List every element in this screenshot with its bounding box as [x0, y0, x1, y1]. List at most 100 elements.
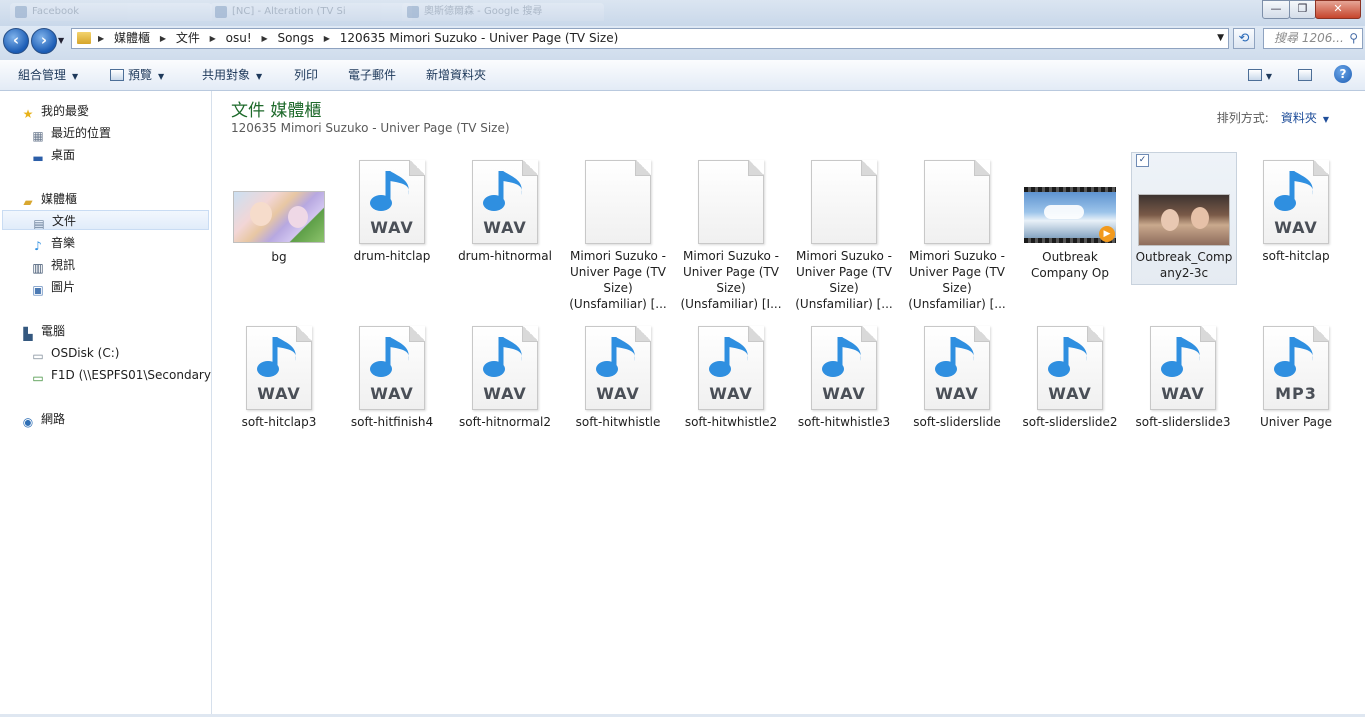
maximize-button[interactable]: ❐	[1289, 0, 1316, 19]
file-soft-hitnormal2[interactable]: WAV soft-hitnormal2	[452, 321, 558, 430]
documents-icon: ▤	[33, 217, 45, 230]
file-drum-hitclap[interactable]: WAV drum-hitclap	[339, 155, 445, 264]
view-icon	[1247, 69, 1262, 81]
preview-pane-button[interactable]	[1296, 65, 1318, 85]
file-soft-sliderslide3[interactable]: WAV soft-sliderslide3	[1130, 321, 1236, 430]
title-bar: Facebook [NC] - Alteration (TV Si 奧斯德爾森 …	[0, 0, 1365, 26]
nav-network-drive[interactable]: ▭ F1D (\\ESPFS01\Secondary\(	[30, 365, 211, 385]
change-view-button[interactable]: ▼	[1242, 65, 1278, 85]
audio-file-icon: WAV	[1037, 326, 1103, 410]
video-icon: ▥	[32, 261, 44, 275]
audio-file-icon: WAV	[246, 326, 312, 410]
chevron-right-icon[interactable]: ▶	[324, 29, 330, 48]
nav-computer[interactable]: ▙ 電腦	[20, 321, 65, 341]
file-label: drum-hitclap	[353, 249, 431, 263]
file-osu-beatmap-3[interactable]: Mimori Suzuko - Univer Page (TV Size) (U…	[791, 155, 897, 312]
preview-menu[interactable]: 預覽 ▼	[110, 60, 164, 90]
nav-videos[interactable]: ▥ 視訊	[30, 255, 75, 275]
file-univer-page[interactable]: MP3 Univer Page	[1243, 321, 1349, 430]
nav-recent-places[interactable]: ▦ 最近的位置	[30, 123, 111, 143]
file-bg[interactable]: bg	[226, 155, 332, 265]
forward-button[interactable]: ›	[31, 28, 57, 54]
chevron-right-icon[interactable]: ▶	[261, 29, 267, 48]
file-osu-beatmap-1[interactable]: Mimori Suzuko - Univer Page (TV Size) (U…	[565, 155, 671, 312]
file-drum-hitnormal[interactable]: WAV drum-hitnormal	[452, 155, 558, 264]
file-type-badge: WAV	[1048, 384, 1092, 403]
star-icon: ★	[22, 107, 34, 121]
pictures-icon: ▣	[32, 283, 44, 297]
file-label: Univer Page	[1259, 415, 1332, 429]
help-button[interactable]: ?	[1334, 65, 1352, 83]
share-menu[interactable]: 共用對象 ▼	[202, 60, 262, 90]
arrange-value[interactable]: 資料夾	[1281, 111, 1317, 125]
arrange-by[interactable]: 排列方式: 資料夾 ▼	[1217, 109, 1329, 126]
chevron-down-icon: ▼	[256, 72, 263, 81]
browser-tab-3[interactable]: 奧斯德爾森 - Google 搜尋	[402, 3, 604, 21]
file-soft-hitwhistle2[interactable]: WAV soft-hitwhistle2	[678, 321, 784, 430]
organize-label: 組合管理	[18, 68, 67, 82]
nav-music[interactable]: ♪ 音樂	[30, 233, 75, 253]
file-outbreak-company2-3c[interactable]: ✓ Outbreak_Company2-3c	[1131, 152, 1237, 285]
selection-checkbox[interactable]: ✓	[1136, 154, 1149, 167]
nav-libraries[interactable]: ▰ 媒體櫃	[20, 189, 77, 209]
preview-icon	[110, 69, 124, 81]
breadcrumb-songs[interactable]: Songs	[277, 29, 313, 48]
drive-icon: ▭	[32, 349, 44, 363]
file-soft-sliderslide[interactable]: WAV soft-sliderslide	[904, 321, 1010, 430]
browser-tab-1[interactable]: Facebook	[10, 3, 212, 21]
file-soft-sliderslide2[interactable]: WAV soft-sliderslide2	[1017, 321, 1123, 430]
file-soft-hitfinish4[interactable]: WAV soft-hitfinish4	[339, 321, 445, 430]
file-soft-hitwhistle[interactable]: WAV soft-hitwhistle	[565, 321, 671, 430]
file-label: Outbreak Company Op	[1031, 250, 1109, 280]
close-button[interactable]: ✕	[1315, 0, 1361, 19]
nav-network-label: 網路	[41, 412, 66, 426]
audio-file-icon: WAV	[1150, 326, 1216, 410]
preview-label: 預覽	[128, 68, 153, 82]
file-label: soft-hitwhistle3	[797, 415, 891, 429]
file-outbreak-company-op[interactable]: ▶ Outbreak Company Op	[1017, 155, 1123, 281]
print-button[interactable]: 列印	[294, 60, 318, 90]
address-history-dropdown-icon[interactable]: ▼	[1217, 29, 1224, 48]
refresh-button[interactable]: ⟲	[1233, 28, 1255, 49]
file-label: Mimori Suzuko - Univer Page (TV Size) (U…	[908, 249, 1006, 311]
file-label: soft-hitwhistle	[575, 415, 661, 429]
file-label: Outbreak_Company2-3c	[1135, 250, 1233, 280]
file-soft-hitclap[interactable]: WAV soft-hitclap	[1243, 155, 1349, 264]
chevron-right-icon[interactable]: ▶	[98, 29, 104, 48]
new-folder-button[interactable]: 新增資料夾	[426, 60, 486, 90]
minimize-button[interactable]: —	[1262, 0, 1290, 19]
nav-network[interactable]: ◉ 網路	[20, 409, 65, 429]
file-type-badge: WAV	[935, 384, 979, 403]
file-soft-hitclap3[interactable]: WAV soft-hitclap3	[226, 321, 332, 430]
audio-file-icon: MP3	[1263, 326, 1329, 410]
nav-favorites[interactable]: ★ 我的最愛	[20, 101, 89, 121]
audio-file-icon: WAV	[359, 160, 425, 244]
nav-osdisk[interactable]: ▭ OSDisk (C:)	[30, 343, 119, 363]
breadcrumb-current-folder[interactable]: 120635 Mimori Suzuko - Univer Page (TV S…	[340, 29, 619, 48]
search-icon[interactable]: ⚲	[1349, 29, 1358, 48]
nav-documents[interactable]: ▤ 文件	[2, 210, 209, 230]
blank-file-icon	[811, 160, 877, 244]
nav-pictures[interactable]: ▣ 圖片	[30, 277, 75, 297]
file-osu-beatmap-4[interactable]: Mimori Suzuko - Univer Page (TV Size) (U…	[904, 155, 1010, 312]
email-button[interactable]: 電子郵件	[348, 60, 396, 90]
recent-pages-dropdown-icon[interactable]: ▼	[58, 36, 68, 45]
browser-tab-2[interactable]: [NC] - Alteration (TV Si	[210, 3, 412, 21]
file-osu-beatmap-2[interactable]: Mimori Suzuko - Univer Page (TV Size) (U…	[678, 155, 784, 312]
back-button[interactable]: ‹	[3, 28, 29, 54]
file-type-badge: WAV	[483, 384, 527, 403]
address-bar[interactable]: ▶ 媒體櫃 ▶ 文件 ▶ osu! ▶ Songs ▶ 120635 Mimor…	[71, 28, 1229, 49]
file-type-badge: WAV	[370, 218, 414, 237]
chevron-right-icon[interactable]: ▶	[160, 29, 166, 48]
search-input[interactable]: 搜尋 1206... ⚲	[1263, 28, 1363, 49]
blank-file-icon	[698, 160, 764, 244]
organize-menu[interactable]: 組合管理 ▼	[18, 60, 78, 90]
breadcrumb-osu[interactable]: osu!	[226, 29, 252, 48]
nav-recent-places-label: 最近的位置	[51, 126, 112, 140]
breadcrumb-documents[interactable]: 文件	[176, 29, 200, 48]
breadcrumb-libraries[interactable]: 媒體櫃	[114, 29, 150, 48]
file-soft-hitwhistle3[interactable]: WAV soft-hitwhistle3	[791, 321, 897, 430]
nav-desktop[interactable]: ▬ 桌面	[30, 145, 75, 165]
chevron-right-icon[interactable]: ▶	[210, 29, 216, 48]
chevron-down-icon: ▼	[158, 72, 165, 81]
